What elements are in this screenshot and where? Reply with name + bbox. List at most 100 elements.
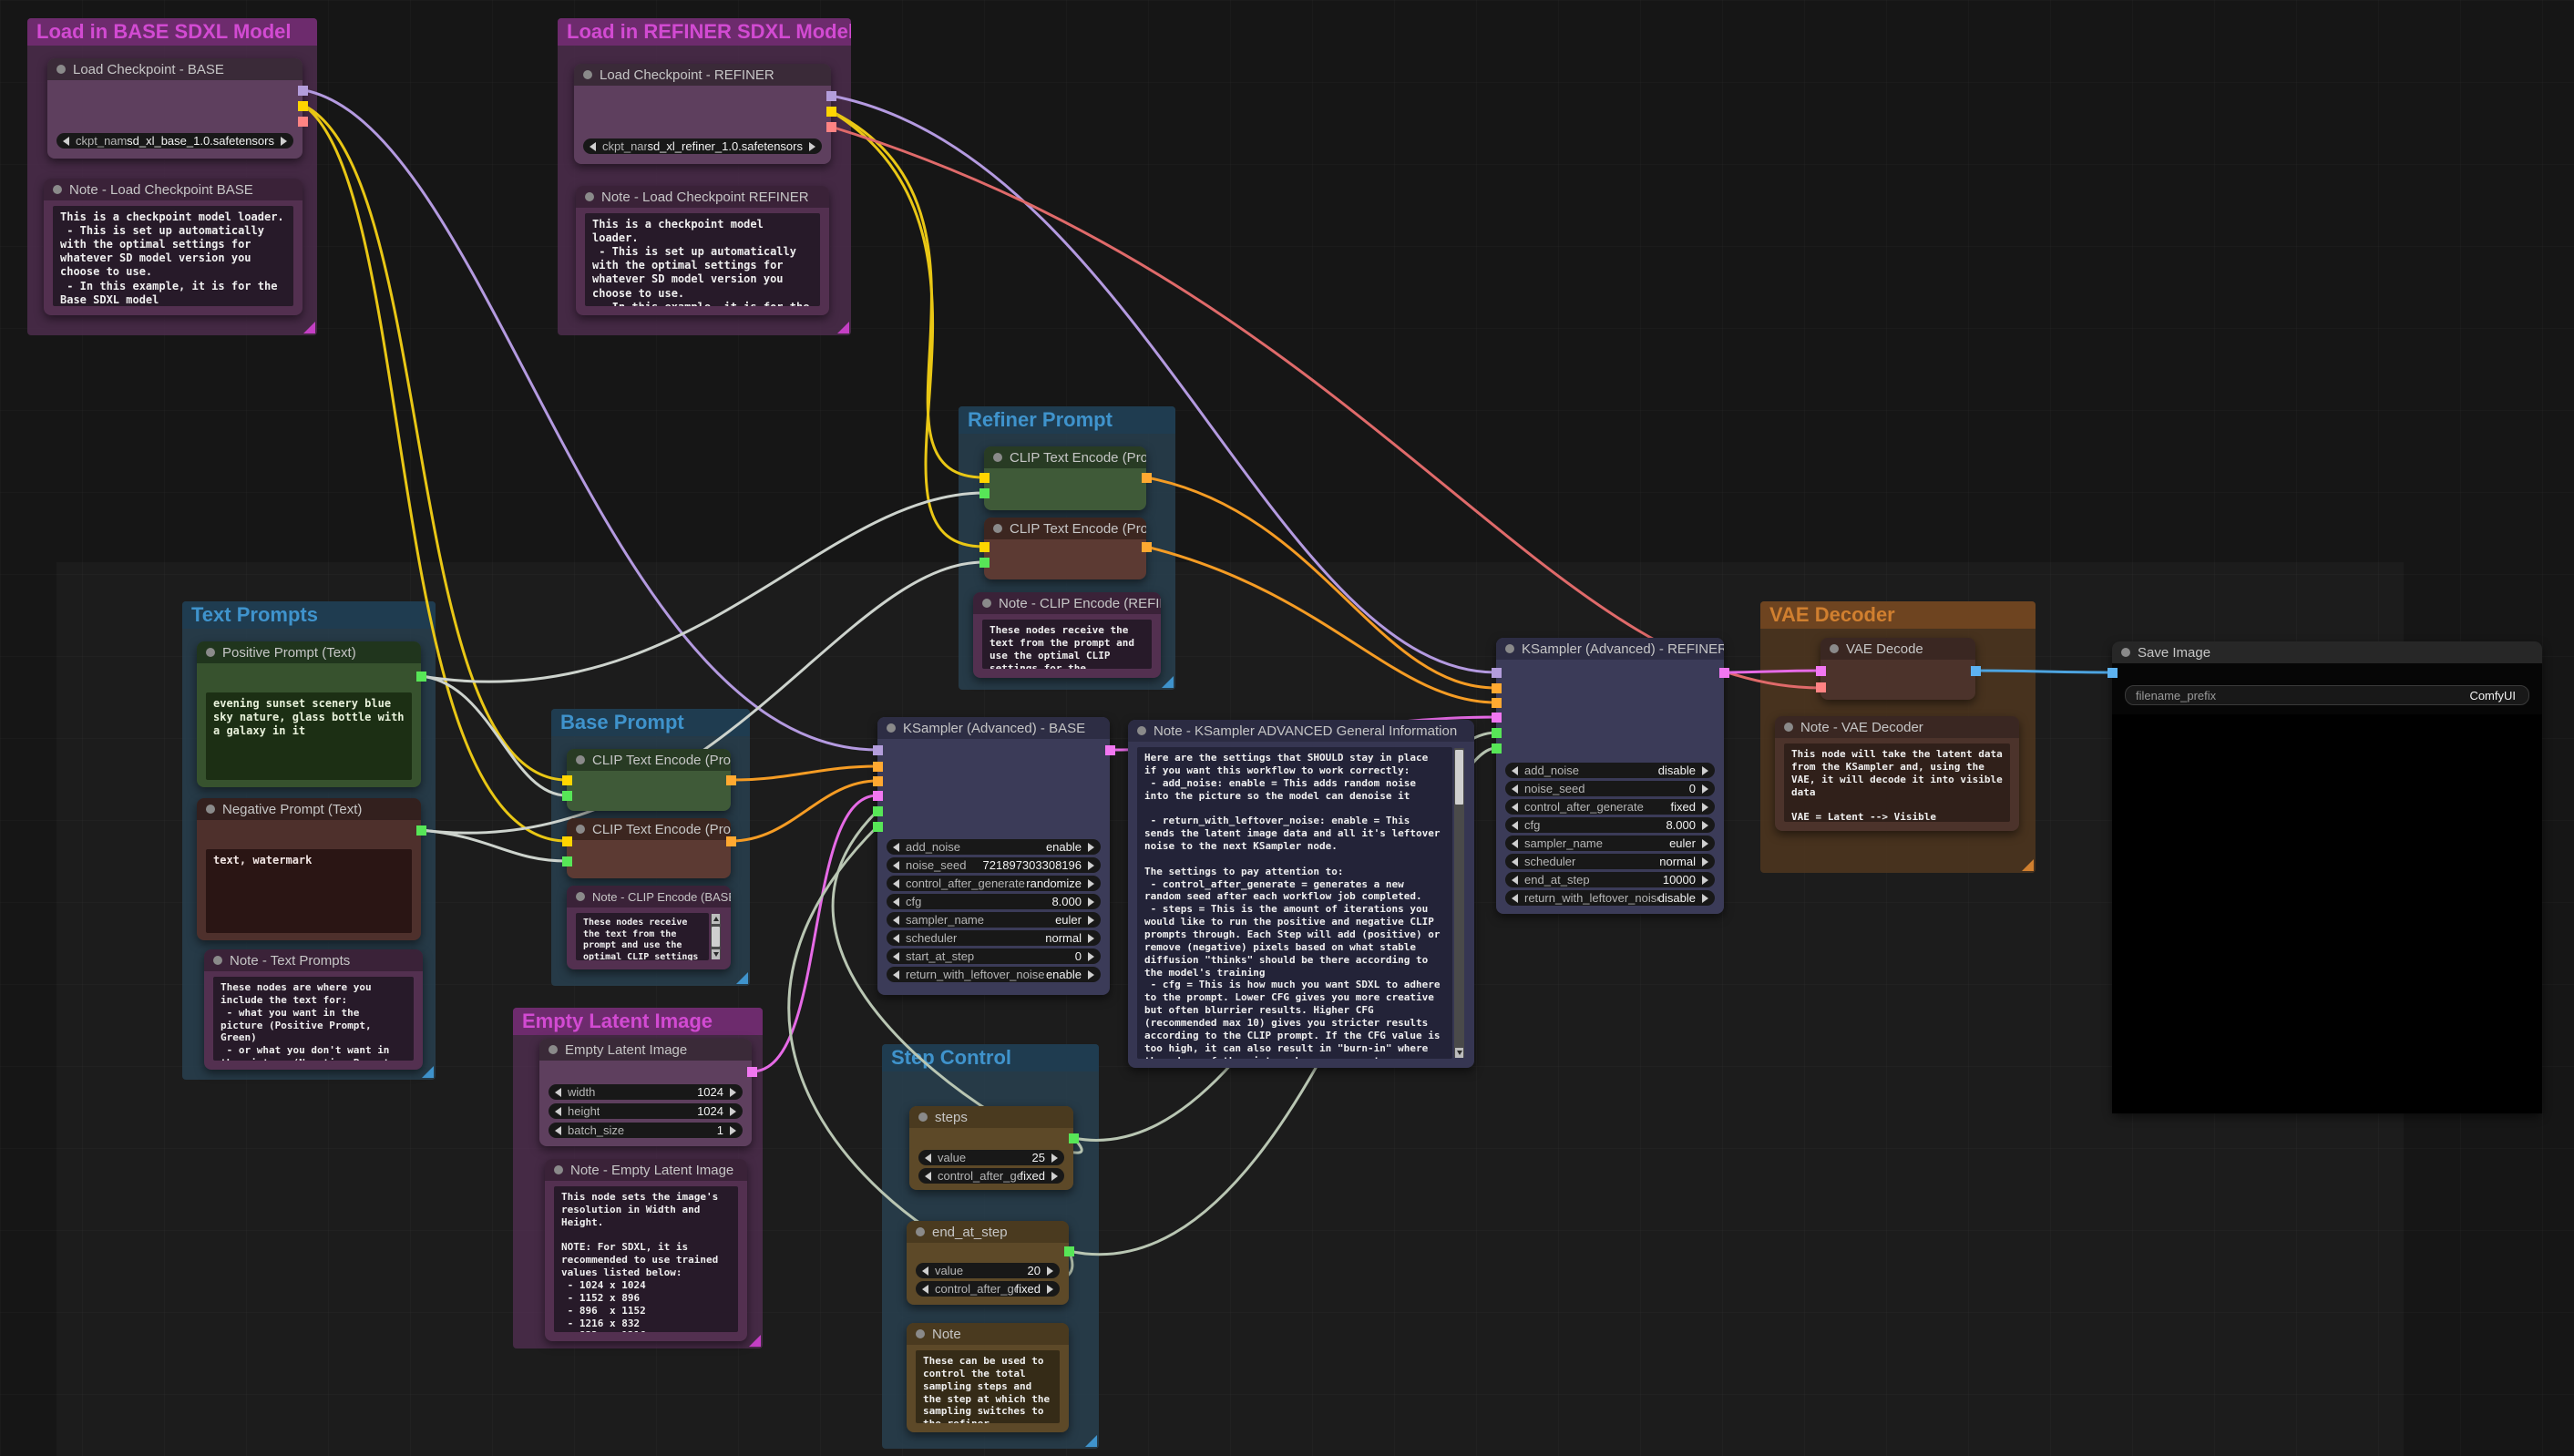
increment-arrow-icon[interactable]	[1047, 1266, 1053, 1276]
decrement-arrow-icon[interactable]	[1512, 876, 1518, 885]
increment-arrow-icon[interactable]	[1088, 934, 1094, 943]
increment-arrow-icon[interactable]	[1702, 857, 1708, 866]
scroll-down-icon[interactable]	[712, 949, 720, 959]
widget-ckpt-name[interactable]: ckpt_namesd_xl_base_1.0.safetensors	[56, 133, 293, 149]
node-positive-prompt[interactable]: Positive Prompt (Text) evening sunset sc…	[197, 641, 421, 787]
widget-start-at-step[interactable]: start_at_step0	[887, 948, 1101, 964]
port-clip-input[interactable]	[562, 775, 572, 785]
increment-arrow-icon[interactable]	[730, 1126, 736, 1135]
decrement-arrow-icon[interactable]	[1512, 894, 1518, 903]
increment-arrow-icon[interactable]	[1702, 803, 1708, 812]
node-clip-encode-base-positive[interactable]: CLIP Text Encode (Prompt)	[567, 749, 731, 811]
port-text-output[interactable]	[416, 825, 426, 836]
node-note-clip-encode-refiner[interactable]: Note - CLIP Encode (REFINER) These nodes…	[973, 592, 1161, 678]
node-steps-primitive[interactable]: steps value25 control_after_generatefixe…	[909, 1106, 1073, 1190]
node-load-checkpoint-refiner[interactable]: Load Checkpoint - REFINER ckpt_namesd_xl…	[574, 64, 831, 164]
decrement-arrow-icon[interactable]	[925, 1172, 931, 1181]
port-latent-image-input[interactable]	[873, 791, 883, 801]
increment-arrow-icon[interactable]	[1702, 784, 1708, 794]
decrement-arrow-icon[interactable]	[1512, 803, 1518, 812]
note-text[interactable]: These can be used to control the total s…	[916, 1350, 1060, 1423]
node-clip-encode-base-negative[interactable]: CLIP Text Encode (Prompt)	[567, 818, 731, 878]
node-vae-decode[interactable]: VAE Decode	[1820, 638, 1975, 700]
decrement-arrow-icon[interactable]	[922, 1266, 928, 1276]
port-vae-input[interactable]	[1816, 682, 1826, 692]
port-text-input[interactable]	[562, 791, 572, 801]
increment-arrow-icon[interactable]	[1088, 897, 1094, 907]
increment-arrow-icon[interactable]	[1047, 1285, 1053, 1294]
widget-ckpt-name[interactable]: ckpt_namesd_xl_refiner_1.0.safetensors	[583, 138, 822, 154]
port-clip-output[interactable]	[298, 101, 308, 111]
node-clip-encode-refiner-positive[interactable]: CLIP Text Encode (Prompt)	[984, 446, 1146, 510]
decrement-arrow-icon[interactable]	[555, 1088, 561, 1097]
decrement-arrow-icon[interactable]	[1512, 839, 1518, 848]
port-image-output[interactable]	[1971, 666, 1981, 676]
widget-return-with-leftover-noise[interactable]: return_with_leftover_noisedisable	[1505, 890, 1715, 906]
port-vae-output[interactable]	[298, 117, 308, 127]
decrement-arrow-icon[interactable]	[893, 879, 899, 888]
port-negative-input[interactable]	[873, 776, 883, 786]
widget-scheduler[interactable]: schedulernormal	[887, 930, 1101, 946]
scroll-down-icon[interactable]	[1455, 1048, 1463, 1058]
node-note-empty-latent-image[interactable]: Note - Empty Latent Image This node sets…	[545, 1159, 747, 1341]
decrement-arrow-icon[interactable]	[63, 137, 69, 146]
port-model-input[interactable]	[1492, 668, 1502, 678]
decrement-arrow-icon[interactable]	[1512, 784, 1518, 794]
node-end-at-step-primitive[interactable]: end_at_step value20 control_after_genera…	[907, 1221, 1069, 1305]
port-int-output[interactable]	[1069, 1133, 1079, 1143]
widget-control-after-generate[interactable]: control_after_generatefixed	[918, 1168, 1064, 1184]
widget-add-noise[interactable]: add_noiseenable	[887, 839, 1101, 855]
node-note-step-control[interactable]: Note These can be used to control the to…	[907, 1323, 1069, 1432]
increment-arrow-icon[interactable]	[1088, 970, 1094, 979]
increment-arrow-icon[interactable]	[730, 1107, 736, 1116]
widget-filename-prefix[interactable]: filename_prefixComfyUI	[2125, 685, 2529, 705]
increment-arrow-icon[interactable]	[1702, 766, 1708, 775]
node-note-load-checkpoint-refiner[interactable]: Note - Load Checkpoint REFINER This is a…	[576, 186, 829, 315]
port-vae-output[interactable]	[826, 122, 836, 132]
node-ksampler-advanced-refiner[interactable]: KSampler (Advanced) - REFINER add_noised…	[1496, 638, 1724, 914]
node-empty-latent-image[interactable]: Empty Latent Image width1024 height1024 …	[539, 1039, 752, 1146]
prompt-textarea[interactable]: evening sunset scenery blue sky nature, …	[206, 692, 412, 780]
increment-arrow-icon[interactable]	[1088, 916, 1094, 925]
widget-return-with-leftover-noise[interactable]: return_with_leftover_noiseenable	[887, 967, 1101, 982]
port-latent-image-input[interactable]	[1492, 713, 1502, 723]
widget-value[interactable]: value25	[918, 1150, 1064, 1165]
port-steps-input[interactable]	[873, 806, 883, 816]
widget-scheduler[interactable]: schedulernormal	[1505, 854, 1715, 869]
decrement-arrow-icon[interactable]	[893, 970, 899, 979]
node-note-ksampler-advanced-info[interactable]: Note - KSampler ADVANCED General Informa…	[1128, 720, 1474, 1068]
widget-cfg[interactable]: cfg8.000	[1505, 817, 1715, 833]
port-positive-input[interactable]	[1492, 683, 1502, 693]
decrement-arrow-icon[interactable]	[1512, 821, 1518, 830]
scrollbar[interactable]	[711, 914, 721, 959]
decrement-arrow-icon[interactable]	[893, 952, 899, 961]
port-clip-output[interactable]	[826, 107, 836, 117]
widget-height[interactable]: height1024	[549, 1103, 743, 1119]
decrement-arrow-icon[interactable]	[893, 861, 899, 870]
decrement-arrow-icon[interactable]	[893, 843, 899, 852]
decrement-arrow-icon[interactable]	[555, 1107, 561, 1116]
decrement-arrow-icon[interactable]	[922, 1285, 928, 1294]
widget-control-after-generate[interactable]: control_after_generatefixed	[1505, 799, 1715, 815]
increment-arrow-icon[interactable]	[1051, 1154, 1058, 1163]
port-clip-input[interactable]	[979, 542, 990, 552]
port-end-at-step-input[interactable]	[873, 822, 883, 832]
port-negative-input[interactable]	[1492, 698, 1502, 708]
increment-arrow-icon[interactable]	[1051, 1172, 1058, 1181]
increment-arrow-icon[interactable]	[1088, 861, 1094, 870]
decrement-arrow-icon[interactable]	[1512, 766, 1518, 775]
node-note-clip-encode-base[interactable]: Note - CLIP Encode (BASE) These nodes re…	[567, 886, 731, 969]
port-conditioning-output[interactable]	[1142, 473, 1152, 483]
port-conditioning-output[interactable]	[1142, 542, 1152, 552]
scrollbar-thumb[interactable]	[712, 927, 720, 947]
decrement-arrow-icon[interactable]	[893, 916, 899, 925]
port-latent-output[interactable]	[1105, 745, 1115, 755]
port-model-output[interactable]	[826, 91, 836, 101]
port-clip-input[interactable]	[979, 473, 990, 483]
port-positive-input[interactable]	[873, 762, 883, 772]
decrement-arrow-icon[interactable]	[555, 1126, 561, 1135]
increment-arrow-icon[interactable]	[809, 142, 815, 151]
increment-arrow-icon[interactable]	[730, 1088, 736, 1097]
decrement-arrow-icon[interactable]	[925, 1154, 931, 1163]
port-latent-output[interactable]	[747, 1067, 757, 1077]
